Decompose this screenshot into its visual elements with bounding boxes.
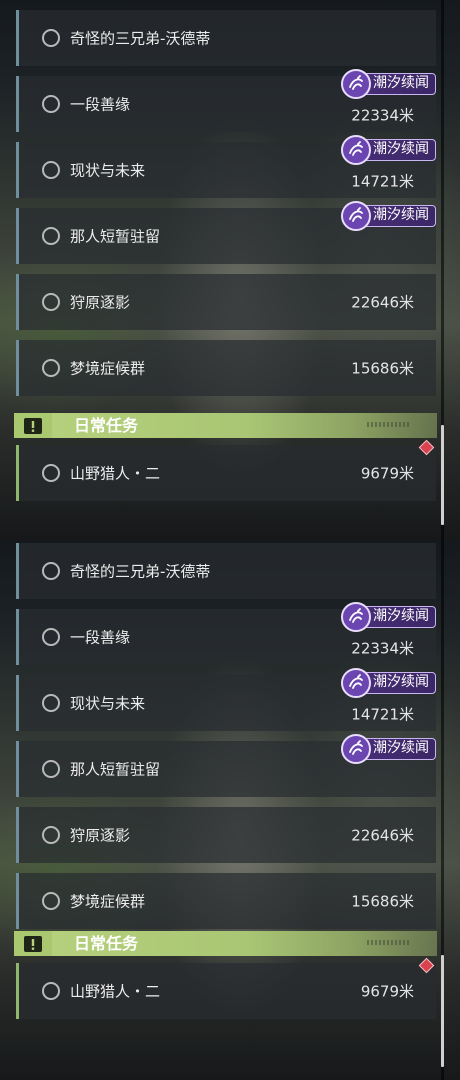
quest-status-circle-icon bbox=[42, 293, 60, 311]
quest-title: 狩原逐影 bbox=[70, 293, 131, 312]
daily-row-shanyelieren[interactable]: 山野猎人・二 9679米 bbox=[16, 963, 436, 1019]
quest-row-narenduanzan[interactable]: 那人短暂驻留 潮汐续闻 bbox=[16, 201, 436, 264]
tide-emblem-icon bbox=[341, 602, 371, 632]
quest-status-circle-icon bbox=[42, 562, 60, 580]
tide-badge-label: 潮汐续闻 bbox=[373, 75, 429, 91]
quest-title: 奇怪的三兄弟-沃德蒂 bbox=[70, 29, 211, 48]
tide-badge-label: 潮汐续闻 bbox=[373, 207, 429, 223]
quest-title: 奇怪的三兄弟-沃德蒂 bbox=[70, 562, 211, 581]
tide-badge: 潮汐续闻 bbox=[341, 734, 436, 764]
tide-badge: 潮汐续闻 bbox=[341, 135, 436, 165]
quest-row-shouyuan[interactable]: 狩原逐影 22646米 bbox=[16, 274, 436, 330]
quest-title: 狩原逐影 bbox=[70, 826, 131, 845]
quest-title: 现状与未来 bbox=[70, 161, 146, 180]
quest-distance: 15686米 bbox=[351, 892, 414, 911]
quest-status-circle-icon bbox=[42, 628, 60, 646]
quest-title: 一段善缘 bbox=[70, 628, 131, 647]
quest-status-circle-icon bbox=[42, 161, 60, 179]
daily-quests-header[interactable]: 日常任务 bbox=[14, 413, 437, 438]
quest-title: 山野猎人・二 bbox=[70, 982, 161, 1001]
quest-distance: 15686米 bbox=[351, 359, 414, 378]
tide-badge-label: 潮汐续闻 bbox=[373, 608, 429, 624]
quest-status-circle-icon bbox=[42, 464, 60, 482]
quest-panel-bottom: 奇怪的三兄弟-沃德蒂 一段善缘 22334米 潮汐续闻 现状与未来 14721米… bbox=[0, 540, 460, 1080]
quest-distance: 9679米 bbox=[360, 982, 414, 1001]
quest-title: 山野猎人・二 bbox=[70, 464, 161, 483]
quest-distance: 22334米 bbox=[351, 639, 414, 658]
tide-badge-label: 潮汐续闻 bbox=[373, 740, 429, 756]
header-decoration bbox=[367, 422, 411, 427]
quest-row-xianzhuang[interactable]: 现状与未来 14721米 潮汐续闻 bbox=[16, 668, 436, 731]
quest-row-yiduanshanyuan[interactable]: 一段善缘 22334米 潮汐续闻 bbox=[16, 602, 436, 665]
quest-title: 那人短暂驻留 bbox=[70, 227, 161, 246]
quest-title: 那人短暂驻留 bbox=[70, 760, 161, 779]
quest-status-circle-icon bbox=[42, 359, 60, 377]
tide-badge-label: 潮汐续闻 bbox=[373, 674, 429, 690]
quest-row-yiduanshanyuan[interactable]: 一段善缘 22334米 潮汐续闻 bbox=[16, 69, 436, 132]
tide-emblem-icon bbox=[341, 135, 371, 165]
quest-panel-top: 奇怪的三兄弟-沃德蒂 一段善缘 22334米 潮汐续闻 现状与未来 14721米… bbox=[0, 0, 460, 540]
daily-row-shanyelieren[interactable]: 山野猎人・二 9679米 bbox=[16, 445, 436, 501]
quest-status-circle-icon bbox=[42, 694, 60, 712]
exclamation-box-icon bbox=[14, 931, 52, 956]
daily-quests-title: 日常任务 bbox=[74, 416, 139, 435]
quest-distance: 22334米 bbox=[351, 106, 414, 125]
quest-status-circle-icon bbox=[42, 95, 60, 113]
exclamation-box-icon bbox=[14, 413, 52, 438]
quest-title: 梦境症候群 bbox=[70, 892, 146, 911]
scrollbar-thumb[interactable] bbox=[441, 955, 444, 1067]
header-decoration bbox=[367, 940, 411, 945]
tide-badge: 潮汐续闻 bbox=[341, 602, 436, 632]
quest-status-circle-icon bbox=[42, 760, 60, 778]
quest-row-xianzhuang[interactable]: 现状与未来 14721米 潮汐续闻 bbox=[16, 135, 436, 198]
daily-quests-title: 日常任务 bbox=[74, 934, 139, 953]
quest-title: 梦境症候群 bbox=[70, 359, 146, 378]
tide-emblem-icon bbox=[341, 734, 371, 764]
quest-distance: 14721米 bbox=[351, 705, 414, 724]
quest-status-circle-icon bbox=[42, 826, 60, 844]
tide-badge: 潮汐续闻 bbox=[341, 69, 436, 99]
tide-emblem-icon bbox=[341, 69, 371, 99]
quest-title: 现状与未来 bbox=[70, 694, 146, 713]
quest-distance: 22646米 bbox=[351, 826, 414, 845]
tide-badge-label: 潮汐续闻 bbox=[373, 141, 429, 157]
quest-status-circle-icon bbox=[42, 982, 60, 1000]
quest-distance: 22646米 bbox=[351, 293, 414, 312]
quest-row-wodeti[interactable]: 奇怪的三兄弟-沃德蒂 bbox=[16, 10, 436, 66]
quest-row-mengjing[interactable]: 梦境症候群 15686米 bbox=[16, 340, 436, 396]
tide-emblem-icon bbox=[341, 668, 371, 698]
tide-badge: 潮汐续闻 bbox=[341, 201, 436, 231]
quest-status-circle-icon bbox=[42, 892, 60, 910]
tide-emblem-icon bbox=[341, 201, 371, 231]
quest-row-mengjing[interactable]: 梦境症候群 15686米 bbox=[16, 873, 436, 929]
quest-status-circle-icon bbox=[42, 29, 60, 47]
quest-title: 一段善缘 bbox=[70, 95, 131, 114]
tide-badge: 潮汐续闻 bbox=[341, 668, 436, 698]
quest-status-circle-icon bbox=[42, 227, 60, 245]
scrollbar-thumb[interactable] bbox=[441, 425, 444, 525]
quest-row-narenduanzan[interactable]: 那人短暂驻留 潮汐续闻 bbox=[16, 734, 436, 797]
quest-distance: 9679米 bbox=[360, 464, 414, 483]
quest-row-wodeti[interactable]: 奇怪的三兄弟-沃德蒂 bbox=[16, 543, 436, 599]
daily-quests-header[interactable]: 日常任务 bbox=[14, 931, 437, 956]
quest-distance: 14721米 bbox=[351, 172, 414, 191]
quest-row-shouyuan[interactable]: 狩原逐影 22646米 bbox=[16, 807, 436, 863]
